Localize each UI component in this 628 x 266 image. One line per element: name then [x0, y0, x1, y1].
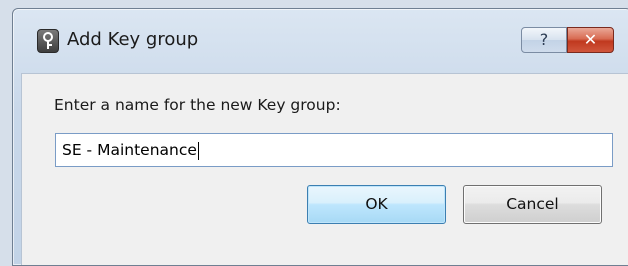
text-caret — [197, 141, 199, 160]
key-group-name-value: SE - Maintenance — [62, 141, 197, 159]
close-icon: ✕ — [583, 30, 598, 49]
help-icon: ? — [539, 30, 549, 49]
ok-button[interactable]: OK — [307, 185, 446, 224]
name-prompt-label: Enter a name for the new Key group: — [54, 96, 341, 114]
add-key-group-dialog: Add Key group ? ✕ Enter a name for the n… — [12, 8, 628, 266]
dialog-body: Enter a name for the new Key group: SE -… — [21, 73, 628, 265]
title-bar[interactable]: Add Key group ? ✕ — [13, 9, 628, 73]
cancel-button[interactable]: Cancel — [463, 185, 602, 224]
key-icon — [37, 29, 59, 53]
key-group-name-input[interactable]: SE - Maintenance — [55, 133, 613, 167]
help-button[interactable]: ? — [521, 27, 567, 53]
close-button[interactable]: ✕ — [567, 27, 614, 53]
window-title: Add Key group — [67, 29, 199, 50]
